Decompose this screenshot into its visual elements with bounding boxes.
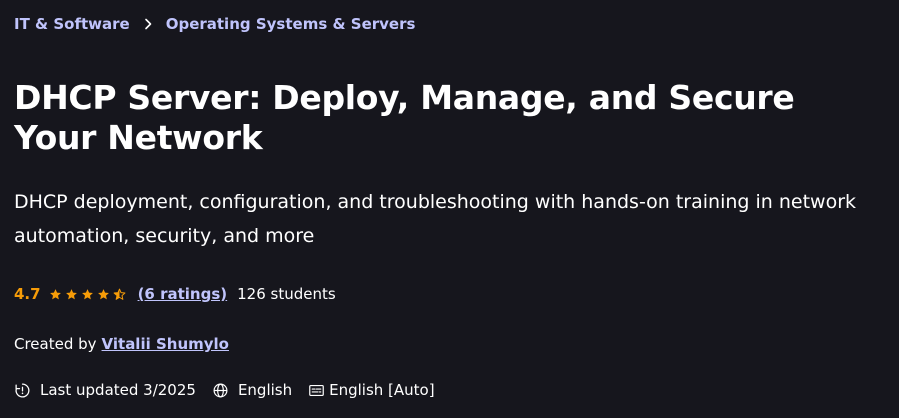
star-full-icon [65,288,77,299]
star-full-icon [97,288,109,299]
star-half-icon [113,288,125,300]
rating-row: 4.7 (6 ratings) 126 students [14,285,336,303]
course-subtitle: DHCP deployment, configuration, and trou… [14,191,857,247]
created-by: Created by Vitalii Shumylo [14,335,229,353]
course-language: English [212,381,292,399]
alert-clock-icon [15,382,30,398]
star-full-icon [81,288,93,299]
rating-value: 4.7 [14,285,41,303]
star-rating [49,288,129,301]
breadcrumb-item-operating-systems[interactable]: Operating Systems & Servers [166,15,416,33]
course-meta: Last updated 3/2025 English English [Aut… [14,381,435,399]
language-text: English [237,381,293,399]
course-title: DHCP Server: Deploy, Manage, and Secure … [14,78,795,157]
breadcrumb-item-it-software[interactable]: IT & Software [14,15,130,33]
captions-text: English [Auto] [329,381,435,399]
instructor-link[interactable]: Vitalii Shumylo [102,335,229,353]
students-count: 126 students [237,285,336,303]
ratings-count-link[interactable]: (6 ratings) [138,285,228,303]
last-updated-text: Last updated 3/2025 [40,381,196,399]
breadcrumb: IT & Software Operating Systems & Server… [14,15,415,33]
created-by-label: Created by [14,335,97,353]
chevron-right-icon [144,18,152,30]
star-full-icon [49,288,61,299]
course-captions: English [Auto] [308,381,435,399]
last-updated: Last updated 3/2025 [14,381,196,399]
course-header: IT & Software Operating Systems & Server… [0,0,899,418]
closed-captions-icon [309,384,324,396]
globe-icon [213,383,228,397]
